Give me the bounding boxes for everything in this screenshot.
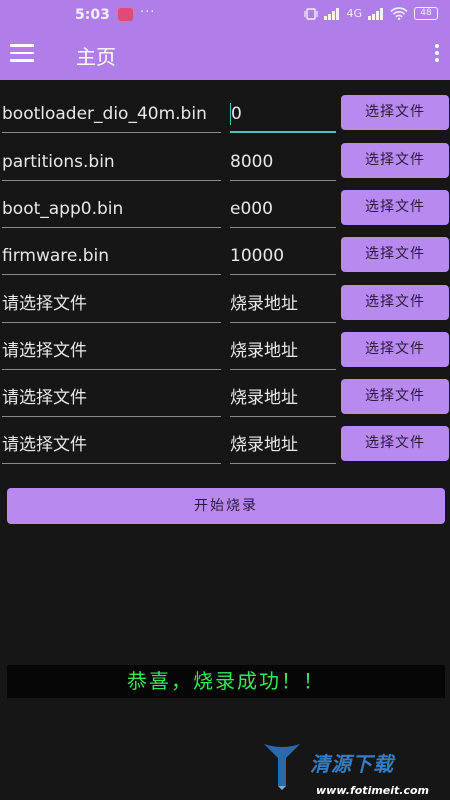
address-input[interactable]: 烧录地址 [230,428,336,464]
address-input[interactable]: 烧录地址 [230,381,336,417]
status-indicators: 4G 48 [304,7,438,20]
choose-file-button[interactable]: 选择文件 [341,143,449,178]
notification-app-icon [118,8,133,21]
file-path-input[interactable]: partitions.bin [2,145,221,181]
status-bar: 5:03 ··· 4G 48 [0,0,450,30]
file-row: 请选择文件 烧录地址 选择文件 [0,377,450,423]
file-path-input[interactable]: 请选择文件 [2,381,221,417]
file-path-input[interactable]: 请选择文件 [2,334,221,370]
network-type: 4G [346,7,362,20]
file-row: partitions.bin 8000 选择文件 [0,141,450,187]
file-row: 请选择文件 烧录地址 选择文件 [0,330,450,376]
result-message: 恭喜，烧录成功！！ [7,665,445,698]
address-input[interactable]: e000 [230,192,336,228]
file-row: 请选择文件 烧录地址 选择文件 [0,283,450,329]
vibrate-icon [304,7,319,20]
choose-file-button[interactable]: 选择文件 [341,95,449,130]
address-input[interactable]: 0 [230,97,336,133]
overflow-menu-icon[interactable] [434,44,440,66]
signal-icon [324,7,340,20]
page-title: 主页 [76,45,116,69]
battery-icon: 48 [414,7,438,20]
address-input[interactable]: 烧录地址 [230,334,336,370]
file-row: bootloader_dio_40m.bin 0 选择文件 [0,93,450,139]
file-path-input[interactable]: 请选择文件 [2,287,221,323]
address-input[interactable]: 10000 [230,239,336,275]
choose-file-button[interactable]: 选择文件 [341,426,449,461]
choose-file-button[interactable]: 选择文件 [341,285,449,320]
address-value: 0 [231,104,242,124]
watermark-url: www.fotimeit.com [316,784,430,797]
file-path-input[interactable]: bootloader_dio_40m.bin [2,97,221,133]
file-path-input[interactable]: 请选择文件 [2,428,221,464]
choose-file-button[interactable]: 选择文件 [341,190,449,225]
file-path-input[interactable]: firmware.bin [2,239,221,275]
signal-icon-2 [368,7,383,20]
status-time: 5:03 [75,7,110,23]
menu-icon[interactable] [10,44,34,64]
file-row: 请选择文件 烧录地址 选择文件 [0,424,450,470]
choose-file-button[interactable]: 选择文件 [341,237,449,272]
choose-file-button[interactable]: 选择文件 [341,332,449,367]
app-bar: 主页 [0,30,450,80]
choose-file-button[interactable]: 选择文件 [341,379,449,414]
address-input[interactable]: 烧录地址 [230,287,336,323]
file-row: boot_app0.bin e000 选择文件 [0,188,450,234]
watermark-logo-icon [264,744,300,790]
file-row: firmware.bin 10000 选择文件 [0,235,450,281]
more-notifications-icon: ··· [140,5,156,20]
start-flash-button[interactable]: 开始烧录 [7,488,445,524]
watermark-text: 清源下载 [310,752,394,776]
file-path-input[interactable]: boot_app0.bin [2,192,221,228]
wifi-icon [390,7,408,20]
address-input[interactable]: 8000 [230,145,336,181]
